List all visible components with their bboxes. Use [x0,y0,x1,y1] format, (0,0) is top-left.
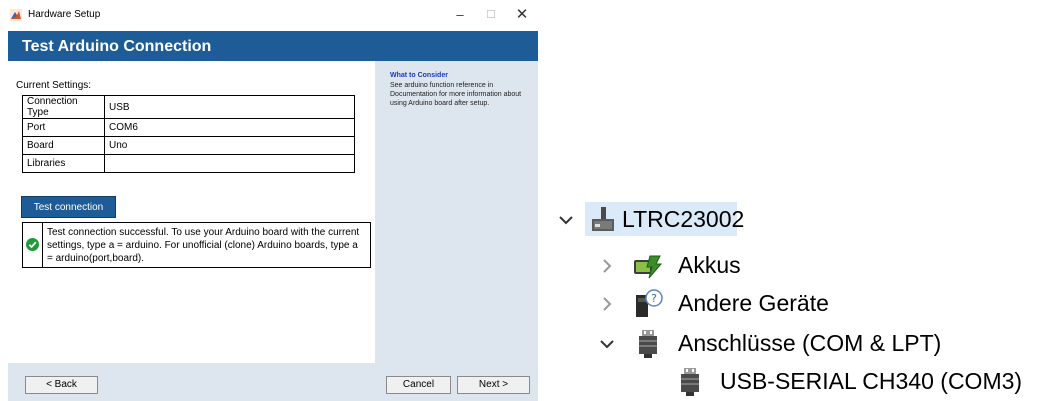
chevron-right-icon[interactable] [601,296,613,312]
what-to-consider-title: What to Consider [390,72,448,79]
settings-key: Libraries [22,154,105,173]
settings-table: Connection Type USB Port COM6 Board Uno … [22,95,355,173]
port-icon [681,368,699,396]
tree-node-root[interactable]: LTRC23002 [545,202,845,238]
test-result-message: Test connection successful. To use your … [47,227,360,264]
settings-key: Board [22,136,105,155]
tree-node-label: Akkus [678,252,741,278]
next-button[interactable]: Next > [457,376,530,394]
battery-icon [634,255,662,279]
page-title: Test Arduino Connection [22,38,212,55]
tree-node-andere-geraete[interactable]: ? Andere Geräte [545,286,865,322]
settings-key: Port [22,118,105,137]
tree-node-label: LTRC23002 [622,206,745,232]
tree-node-label: USB-SERIAL CH340 (COM3) [720,368,1023,394]
minimize-button[interactable]: – [449,6,471,24]
check-circle-icon [26,238,39,251]
window-title: Hardware Setup [28,9,101,20]
device-manager-tree: LTRC23002 Akkus ? Andere Geräte Anschlüs… [545,190,1046,401]
tree-node-label: Anschlüsse (COM & LPT) [678,330,942,356]
chevron-right-icon[interactable] [601,258,613,274]
side-panel: What to Consider See arduino function re… [375,61,538,363]
table-row: Connection Type USB [22,95,355,119]
what-to-consider-text: See arduino function reference in Docume… [390,82,522,107]
result-icon-cell [23,223,43,267]
tree-node-usb-serial[interactable]: USB-SERIAL CH340 (COM3) [545,364,1046,400]
settings-value: Uno [104,136,355,155]
tree-node-anschluesse[interactable]: Anschlüsse (COM & LPT) [545,326,985,362]
tree-node-label: Andere Geräte [678,290,829,316]
settings-key: Connection Type [22,95,105,119]
close-button[interactable]: ✕ [511,6,533,24]
table-row: Board Uno [22,136,355,155]
test-result-box: Test connection successful. To use your … [22,222,371,268]
svg-text:?: ? [651,292,657,305]
cancel-button[interactable]: Cancel [386,376,451,394]
table-row: Libraries [22,154,355,173]
settings-value: USB [104,95,355,119]
current-settings-label: Current Settings: [16,80,92,91]
title-bar: Hardware Setup – ☐ ✕ [0,0,540,30]
maximize-button[interactable]: ☐ [480,6,502,24]
tree-node-akkus[interactable]: Akkus [545,248,845,284]
matlab-icon [10,9,22,21]
hardware-setup-window: Hardware Setup – ☐ ✕ Test Arduino Connec… [0,0,540,401]
port-icon [639,330,657,358]
test-connection-button[interactable]: Test connection [21,196,116,218]
settings-value: COM6 [104,118,355,137]
settings-value [104,154,355,173]
chevron-down-icon[interactable] [599,338,615,350]
back-button[interactable]: < Back [25,376,98,394]
footer-bar: < Back Cancel Next > [8,363,538,401]
chevron-down-icon[interactable] [558,214,574,226]
page-banner: Test Arduino Connection [8,31,538,61]
unknown-device-icon: ? [636,289,663,317]
table-row: Port COM6 [22,118,355,137]
computer-icon [592,207,614,231]
